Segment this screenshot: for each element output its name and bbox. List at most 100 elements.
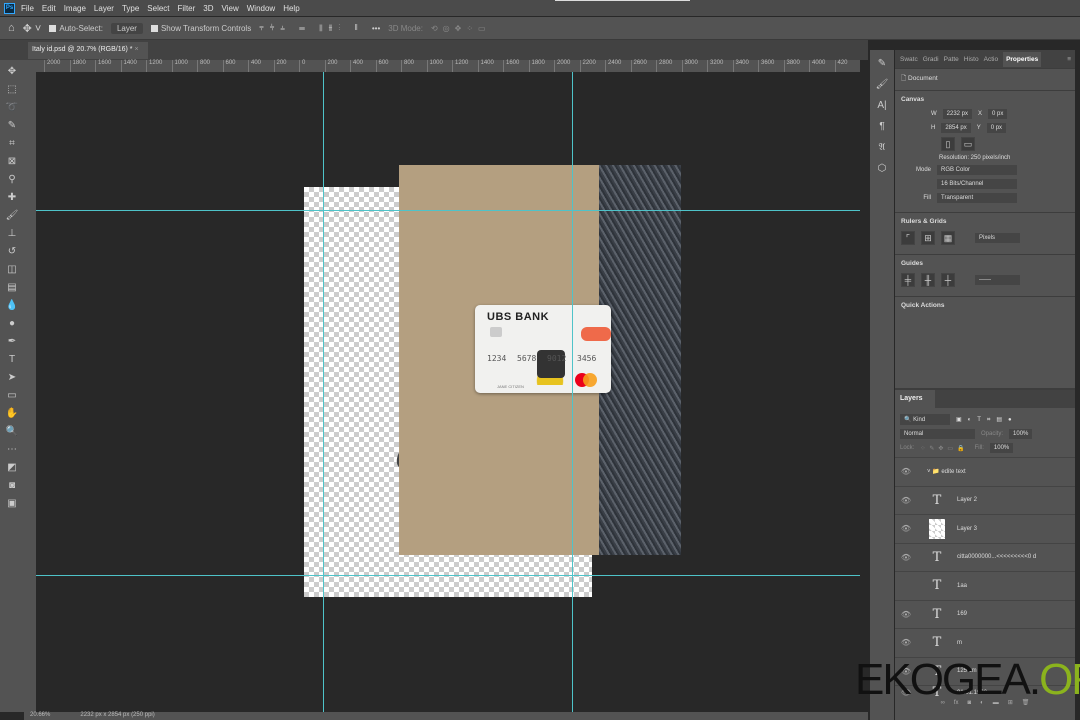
menu-select[interactable]: Select [147,4,169,13]
menu-help[interactable]: Help [283,4,299,13]
tab-history[interactable]: Histo [964,56,979,63]
tab-properties[interactable]: Properties [1003,51,1042,67]
quick-select-tool-icon[interactable]: ✎ [5,118,19,133]
character-icon[interactable]: A| [875,98,889,113]
guide-style-dropdown[interactable]: —— [975,275,1020,285]
portrait-orientation-icon[interactable]: ▯ [941,137,955,151]
layer-fill-input[interactable]: 100% [989,443,1014,453]
landscape-orientation-icon[interactable]: ▭ [961,137,975,151]
visibility-eye-icon[interactable]: 👁 [895,524,917,533]
more-options-button[interactable]: ••• [372,24,380,33]
auto-select-checkbox[interactable]: Auto-Select: [49,24,103,33]
guide-horizontal[interactable] [36,575,860,576]
show-transform-checkbox[interactable]: Show Transform Controls [150,24,251,33]
quick-actions-header[interactable]: Quick Actions [901,302,1069,309]
move-tool-icon[interactable]: ✥ [5,64,19,79]
3d-controls-icons[interactable]: ⟲◎✥⁘▭ [431,24,491,33]
menu-3d[interactable]: 3D [203,4,213,13]
home-icon[interactable]: ⌂ [8,22,15,34]
history-brush-icon[interactable]: ↺ [5,244,19,259]
crop-tool-icon[interactable]: ⌗ [5,136,19,151]
tab-actions[interactable]: Actio [984,56,998,63]
color-swatches-icon[interactable]: ◩ [5,460,19,475]
hand-tool-icon[interactable]: ✋ [5,406,19,421]
lasso-tool-icon[interactable]: ➰ [5,100,19,115]
type-tool-icon[interactable]: T [5,352,19,367]
rectangle-tool-icon[interactable]: ▭ [5,388,19,403]
quick-mask-icon[interactable]: ◙ [5,478,19,493]
layer-row[interactable]: T 1aa [895,571,1075,600]
guides-header[interactable]: Guides [901,260,1069,267]
guide-vertical[interactable] [572,72,573,712]
brush-settings-icon[interactable]: ✎ [875,56,889,71]
paragraph-icon[interactable]: ¶ [875,119,889,134]
layer-filter-dropdown[interactable]: 🔍 Kind [900,414,950,425]
dodge-tool-icon[interactable]: ● [5,316,19,331]
new-guide-icon[interactable]: ┼ [941,273,955,287]
ruler-toggle-icon[interactable]: ⌜ [901,231,915,245]
bit-depth-dropdown[interactable]: 16 Bits/Channel [937,179,1017,189]
rulers-grids-header[interactable]: Rulers & Grids [901,218,1069,225]
x-input[interactable]: 0 px [988,109,1008,119]
eraser-tool-icon[interactable]: ◫ [5,262,19,277]
panel-menu-icon[interactable]: ≡ [1067,56,1071,63]
blend-mode-dropdown[interactable]: Normal [900,429,975,439]
zoom-level[interactable]: 20.66% [30,712,50,720]
visibility-eye-icon[interactable]: 👁 [895,638,917,647]
mode-dropdown[interactable]: RGB Color [937,165,1017,175]
guide-horizontal[interactable] [36,210,860,211]
gradient-tool-icon[interactable]: ▤ [5,280,19,295]
menu-layer[interactable]: Layer [94,4,114,13]
height-input[interactable]: 2854 px [941,123,971,133]
tab-layers[interactable]: Layers [895,390,935,408]
lock-guides-icon[interactable]: ╫ [921,273,935,287]
path-select-icon[interactable]: ➤ [5,370,19,385]
visibility-eye-icon[interactable]: 👁 [895,553,917,562]
units-dropdown[interactable]: Pixels [975,233,1020,243]
layer-row[interactable]: 👁 T Layer 2 [895,485,1075,515]
move-tool-icon[interactable]: ✥ ˅ [23,22,42,35]
canvas-header[interactable]: Canvas [901,96,1069,103]
layer-row[interactable]: 👁 Layer 3 [895,514,1075,543]
healing-tool-icon[interactable]: ✚ [5,190,19,205]
opacity-input[interactable]: 100% [1009,429,1033,439]
blur-tool-icon[interactable]: 💧 [5,298,19,313]
more-tools-icon[interactable]: ⋯ [5,442,19,457]
tab-patterns[interactable]: Patte [944,56,959,63]
layer-row[interactable]: 👁 Tm [895,628,1075,657]
pixel-grid-icon[interactable]: ▦ [941,231,955,245]
width-input[interactable]: 2232 px [942,109,973,119]
horizontal-ruler[interactable]: 2000 1800 1600 1400 1200 1000 800 600 400 200 0 200… [24,60,860,72]
brushes-icon[interactable]: 🖌 [875,77,889,92]
document-tab[interactable]: Italy id.psd @ 20.7% (RGB/16) * × [28,42,148,59]
visibility-eye-icon[interactable]: 👁 [895,496,917,505]
grid-toggle-icon[interactable]: ⊞ [921,231,935,245]
pen-tool-icon[interactable]: ✒ [5,334,19,349]
vertical-ruler[interactable] [24,72,36,712]
lock-icons[interactable]: ⁘✎✥▭🔒 [920,445,968,452]
auto-select-dropdown[interactable]: Layer [110,22,143,34]
filter-type-icons[interactable]: ▣◐T⌗▤● [956,416,1018,424]
tab-gradients[interactable]: Gradi [923,56,939,63]
menu-image[interactable]: Image [64,4,86,13]
zoom-tool-icon[interactable]: 🔍 [5,424,19,439]
layer-row[interactable]: 👁 T 169 [895,599,1075,629]
stamp-tool-icon[interactable]: ⊥ [5,226,19,241]
y-input[interactable]: 0 px [986,123,1007,133]
3d-icon[interactable]: ⬡ [875,161,889,176]
marquee-tool-icon[interactable]: ⬚ [5,82,19,97]
menu-view[interactable]: View [222,4,239,13]
guide-vertical[interactable] [323,72,324,712]
menu-filter[interactable]: Filter [178,4,196,13]
align-icons[interactable]: ⫧⫩⫨ ☰ ⫴⫵⫶ ‖ [259,23,364,33]
visibility-eye-icon[interactable]: 👁 [895,467,917,476]
screen-mode-icon[interactable]: ▣ [5,496,19,511]
frame-tool-icon[interactable]: ⊠ [5,154,19,169]
tab-swatches[interactable]: Swatc [900,56,918,63]
menu-file[interactable]: File [21,4,34,13]
fill-dropdown[interactable]: Transparent [937,193,1017,203]
document-info[interactable]: 2232 px x 2854 px (250 ppi) [80,712,154,720]
eyedropper-tool-icon[interactable]: ⚲ [5,172,19,187]
visibility-eye-icon[interactable]: 👁 [895,610,917,619]
layer-row[interactable]: 👁 Tcitta0000000...<<<<<<<<<0 d [895,542,1075,572]
